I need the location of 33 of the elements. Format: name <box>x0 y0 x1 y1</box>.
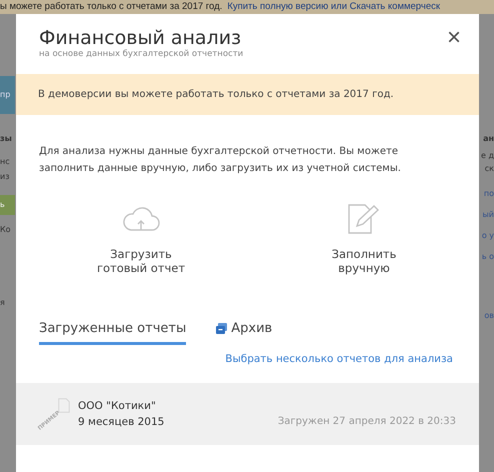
background-text: я <box>0 298 6 307</box>
select-reports-link[interactable]: Выбрать несколько отчетов для анализа <box>225 353 453 365</box>
background-text: пр <box>0 76 15 114</box>
action-label[interactable]: Загрузить готовый отчет <box>86 247 196 275</box>
action-label[interactable]: Заполнить вручную <box>309 247 419 275</box>
background-text: о у <box>482 231 494 240</box>
notice-link[interactable]: Купить полную версию или Скачать коммерческ <box>227 0 440 14</box>
warning-text: В демоверсии вы можете работать только с отчетами за 2017 год. <box>38 89 394 100</box>
background-text: ь <box>0 195 15 215</box>
document-pencil-icon[interactable] <box>347 203 381 235</box>
dialog-subtitle: на основе данных бухгалтерской отчетности <box>39 49 244 59</box>
background-text: Ко <box>0 225 12 234</box>
background-text: по <box>484 189 494 198</box>
archive-icon <box>216 323 228 334</box>
document-icon <box>58 398 70 413</box>
company-name: ООО "Котики" <box>78 399 157 414</box>
background-text: нс <box>0 157 11 166</box>
background-text: из <box>0 172 10 181</box>
background-text: ый <box>482 210 494 219</box>
background-text: ск <box>484 164 494 173</box>
dialog-title: Финансовый анализ <box>39 27 242 49</box>
notice-text: ы можете работать только с отчетами за 2017 год. <box>0 0 222 14</box>
background-text: ан <box>483 134 494 143</box>
report-period: 9 месяцев 2015 <box>78 415 164 430</box>
close-button[interactable]: × <box>446 27 461 49</box>
background-text: ов <box>484 311 494 320</box>
tab[interactable]: Архив <box>216 321 272 345</box>
upload-date: Загружен 27 апреля 2022 в 20:33 <box>278 416 456 427</box>
background-text: ь о <box>482 252 494 261</box>
tab[interactable]: Загруженные отчеты <box>39 321 186 345</box>
background-text: е д <box>481 151 494 160</box>
intro-text: Для анализа нужны данные бухгалтерской отчетности. Вы можете заполнить данные вручную, либо загрузить их из учетной системы. <box>39 145 402 176</box>
background-text: зы <box>0 134 13 143</box>
